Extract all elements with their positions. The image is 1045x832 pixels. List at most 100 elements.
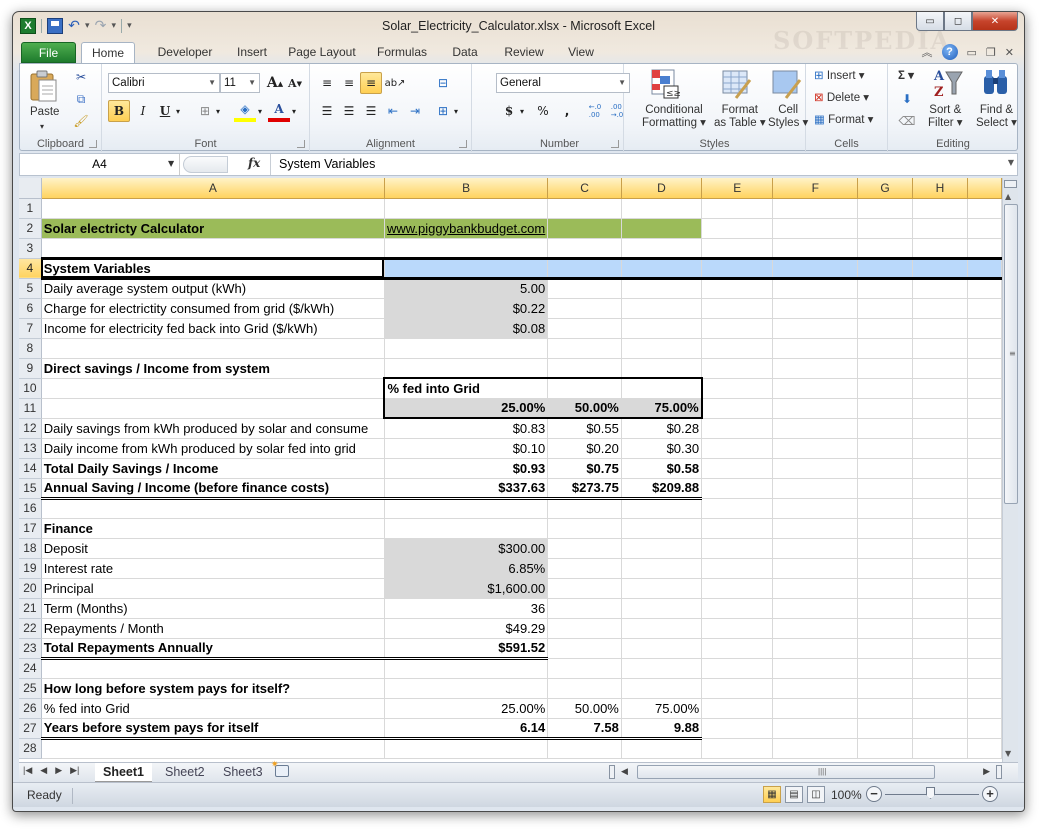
cell-b[interactable]: $49.29 xyxy=(384,618,549,639)
cell-c[interactable] xyxy=(547,738,622,759)
cell-b[interactable]: 36 xyxy=(384,598,549,619)
row-header[interactable]: 27 xyxy=(19,718,42,739)
align-bottom-icon[interactable]: ≡ xyxy=(360,72,382,94)
cell-g[interactable] xyxy=(857,238,913,259)
cell-g[interactable] xyxy=(857,338,913,359)
cell-a[interactable]: Repayments / Month xyxy=(41,618,385,639)
cell-e[interactable] xyxy=(701,238,774,259)
insert-function-icon[interactable]: fx xyxy=(248,156,260,170)
cell-f[interactable] xyxy=(772,438,859,459)
cell-g[interactable] xyxy=(857,618,913,639)
scroll-down-icon[interactable]: ▼ xyxy=(1005,749,1011,758)
cell-i[interactable] xyxy=(967,578,1002,599)
underline-dropdown-icon[interactable]: ▾ xyxy=(172,100,184,122)
cell-h[interactable] xyxy=(912,538,968,559)
cell-c[interactable] xyxy=(547,238,622,259)
cell-a[interactable] xyxy=(41,238,385,259)
cell-c[interactable]: $0.20 xyxy=(547,438,622,459)
cell-b[interactable]: $337.63 xyxy=(384,477,549,500)
cell-d[interactable] xyxy=(621,598,703,619)
cell-h[interactable] xyxy=(912,438,968,459)
clipboard-launcher-icon[interactable] xyxy=(89,140,97,148)
cell-f[interactable] xyxy=(772,738,859,759)
vertical-scrollbar[interactable]: ▲ ≡ ▼ xyxy=(1002,178,1018,762)
borders-dropdown-icon[interactable]: ▾ xyxy=(212,100,224,122)
cell-i[interactable] xyxy=(967,458,1002,479)
column-header-f[interactable]: F xyxy=(772,178,859,199)
cell-g[interactable] xyxy=(857,318,913,339)
sort-filter-icon[interactable]: A Z xyxy=(932,66,964,98)
merge-dropdown-icon[interactable]: ▾ xyxy=(450,100,462,122)
cell-a[interactable] xyxy=(41,378,385,399)
cell-e[interactable] xyxy=(701,398,774,419)
cell-h[interactable] xyxy=(912,598,968,619)
cell-a[interactable] xyxy=(41,198,385,219)
cell-e[interactable] xyxy=(701,198,774,219)
cell-i[interactable] xyxy=(967,198,1002,219)
cell-h[interactable] xyxy=(912,658,968,679)
cell-b[interactable] xyxy=(384,198,549,219)
cell-c[interactable] xyxy=(547,678,622,699)
cell-h[interactable] xyxy=(912,256,968,280)
cell-g[interactable] xyxy=(857,578,913,599)
cell-i[interactable] xyxy=(967,398,1002,419)
cell-h[interactable] xyxy=(912,398,968,419)
row-header[interactable]: 26 xyxy=(19,698,42,719)
cell-d[interactable] xyxy=(621,678,703,699)
cell-f[interactable] xyxy=(772,658,859,679)
tab-view[interactable]: View xyxy=(561,42,601,63)
cell-b[interactable] xyxy=(384,338,549,359)
cell-f[interactable] xyxy=(772,498,859,519)
format-as-table-button[interactable]: Format as Table ▾ xyxy=(714,104,766,130)
clear-icon[interactable]: ⌫ xyxy=(896,110,918,132)
zoom-in-icon[interactable]: + xyxy=(982,786,998,802)
cell-e[interactable] xyxy=(701,338,774,359)
page-break-view-icon[interactable]: ◫ xyxy=(807,786,825,803)
cell-i[interactable] xyxy=(967,218,1002,239)
conditional-formatting-icon[interactable]: ≤≥ xyxy=(648,68,680,100)
cell-a[interactable]: Interest rate xyxy=(41,558,385,579)
orientation-icon[interactable]: ab↗ xyxy=(384,72,406,94)
cell-g[interactable] xyxy=(857,558,913,579)
cut-icon[interactable]: ✂ xyxy=(70,66,92,88)
cell-f[interactable] xyxy=(772,618,859,639)
name-box-dropdown-icon[interactable]: ▼ xyxy=(168,159,174,168)
format-painter-icon[interactable]: 🖌 xyxy=(70,110,92,132)
italic-button[interactable]: I xyxy=(132,100,154,122)
cell-b[interactable]: $0.22 xyxy=(384,298,549,319)
cell-d[interactable] xyxy=(621,318,703,339)
row-header[interactable]: 1 xyxy=(19,198,42,219)
row-header[interactable]: 25 xyxy=(19,678,42,699)
grow-font-button[interactable]: A ▲ xyxy=(264,72,286,94)
workbook-minimize-icon[interactable]: ▭ xyxy=(967,46,977,59)
cell-b[interactable]: www.piggybankbudget.com xyxy=(384,218,549,239)
fill-icon[interactable]: ⬇ xyxy=(896,88,918,110)
cell-h[interactable] xyxy=(912,218,968,239)
cell-e[interactable] xyxy=(701,278,774,299)
cell-e[interactable] xyxy=(701,558,774,579)
cell-c[interactable]: 7.58 xyxy=(547,717,622,740)
cell-a[interactable]: Total Daily Savings / Income xyxy=(41,458,385,479)
cell-c[interactable] xyxy=(547,598,622,619)
cell-c[interactable] xyxy=(547,658,622,679)
cell-e[interactable] xyxy=(701,538,774,559)
font-color-button[interactable]: A xyxy=(268,100,290,122)
cell-b[interactable]: $0.83 xyxy=(384,418,549,439)
cell-d[interactable] xyxy=(621,358,703,379)
cell-i[interactable] xyxy=(967,538,1002,559)
cell-styles-icon[interactable] xyxy=(770,68,802,100)
cell-a[interactable]: How long before system pays for itself? xyxy=(41,678,385,699)
cell-b[interactable]: $300.00 xyxy=(384,538,549,559)
cell-i[interactable] xyxy=(967,738,1002,759)
first-sheet-icon[interactable]: |◀ xyxy=(23,765,32,776)
find-select-icon[interactable] xyxy=(980,66,1012,98)
copy-icon[interactable]: ⧉ xyxy=(70,88,92,110)
cell-e[interactable] xyxy=(701,638,774,659)
cell-a[interactable]: Daily savings from kWh produced by solar… xyxy=(41,418,385,439)
help-icon[interactable]: ? xyxy=(941,44,958,60)
cell-h[interactable] xyxy=(912,278,968,299)
cell-i[interactable] xyxy=(967,518,1002,539)
row-header[interactable]: 6 xyxy=(19,298,42,319)
vertical-scroll-thumb[interactable]: ≡ xyxy=(1004,204,1018,504)
cell-b[interactable]: 25.00% xyxy=(383,398,549,419)
